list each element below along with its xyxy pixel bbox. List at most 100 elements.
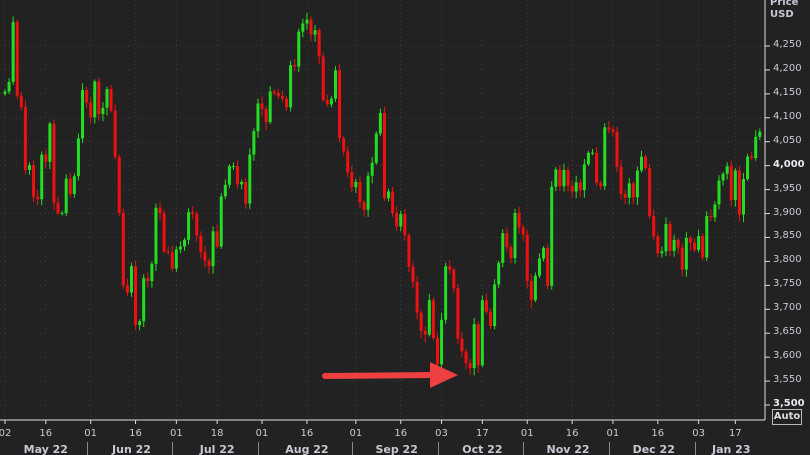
candle	[599, 180, 603, 190]
candle-body	[289, 65, 293, 108]
candle-body	[509, 247, 513, 259]
candle	[427, 293, 431, 337]
candle	[754, 130, 758, 161]
x-day-label: 17	[728, 428, 742, 439]
candle	[578, 179, 582, 198]
candle	[183, 237, 187, 251]
candle-body	[582, 164, 586, 191]
candle-body	[27, 165, 31, 170]
candle	[350, 165, 354, 193]
candle	[529, 274, 533, 308]
candle-body	[444, 266, 448, 320]
candle	[366, 171, 370, 217]
annotation-arrow	[322, 372, 438, 379]
candle-body	[484, 300, 488, 312]
candle-body	[85, 90, 89, 103]
candle	[746, 153, 750, 181]
candle	[546, 244, 550, 290]
candle-body	[574, 182, 578, 192]
candle	[509, 244, 513, 264]
candle	[635, 166, 639, 205]
candle-body	[207, 260, 211, 267]
candle	[89, 97, 93, 124]
candle	[11, 16, 15, 85]
candle-body	[407, 235, 411, 267]
candle	[403, 208, 407, 241]
candle-body	[603, 127, 607, 187]
candle-body	[97, 81, 101, 114]
candle-body	[329, 98, 333, 105]
y-tick-label: 3,800	[773, 254, 802, 266]
candle-body	[199, 235, 203, 253]
candle	[387, 188, 391, 202]
candle-body	[223, 184, 227, 197]
candle	[721, 171, 725, 186]
candle-body	[741, 179, 745, 215]
candle-body	[648, 168, 652, 216]
candle	[268, 86, 272, 125]
candle	[260, 96, 264, 117]
x-month-label: Nov 22	[546, 443, 590, 455]
candle-body	[387, 191, 391, 199]
candle-body	[652, 215, 656, 237]
candle	[729, 160, 733, 207]
candle	[142, 274, 146, 327]
candle-body	[81, 90, 85, 139]
x-month-label: Jul 22	[199, 443, 235, 455]
candle	[684, 232, 688, 277]
candle-body	[333, 70, 337, 99]
y-tick-label: 3,550	[773, 374, 802, 386]
candle	[105, 86, 109, 116]
candle-body	[346, 151, 350, 173]
y-tick-label: 3,950	[773, 182, 802, 194]
candle	[603, 123, 607, 191]
candle-body	[688, 237, 692, 243]
auto-scale-button[interactable]: Auto	[772, 409, 802, 425]
candle-body	[570, 185, 574, 192]
candle	[15, 19, 19, 100]
candle	[566, 167, 570, 192]
candle	[199, 231, 203, 259]
candle-body	[750, 156, 754, 159]
candle-body	[493, 284, 497, 327]
candle	[301, 18, 305, 38]
candle-body	[325, 100, 329, 105]
candle-body	[399, 214, 403, 227]
candle	[68, 172, 72, 198]
candle-body	[183, 239, 187, 247]
candle	[668, 220, 672, 257]
candle-body	[211, 231, 215, 267]
candle	[342, 135, 346, 156]
annotation-arrow-head	[430, 362, 458, 388]
candle-body	[244, 181, 248, 204]
x-day-label: 16	[39, 428, 53, 439]
candle	[191, 206, 195, 220]
candle	[382, 106, 386, 202]
candle	[293, 58, 297, 72]
candle	[297, 28, 301, 72]
candle-body	[472, 324, 476, 369]
y-tick-label: 4,150	[773, 86, 802, 98]
candle	[64, 174, 68, 216]
candle-body	[554, 169, 558, 187]
candle-body	[350, 172, 354, 188]
candle	[309, 16, 313, 42]
candle-body	[105, 89, 109, 108]
candle	[415, 276, 419, 320]
candle	[591, 148, 595, 156]
candle	[737, 166, 741, 222]
candle	[244, 177, 248, 209]
candle-body	[599, 182, 603, 187]
candle-body	[717, 180, 721, 205]
candle-body	[701, 236, 705, 258]
candle-body	[705, 215, 709, 258]
candle	[697, 229, 701, 253]
candle-body	[693, 242, 697, 250]
candle-body	[236, 166, 240, 185]
price-label: Price	[770, 0, 799, 8]
candle	[36, 190, 40, 205]
candle-body	[631, 183, 635, 198]
candle-body	[64, 178, 68, 214]
candle	[174, 246, 178, 272]
y-tick-label: 4,200	[773, 62, 802, 74]
